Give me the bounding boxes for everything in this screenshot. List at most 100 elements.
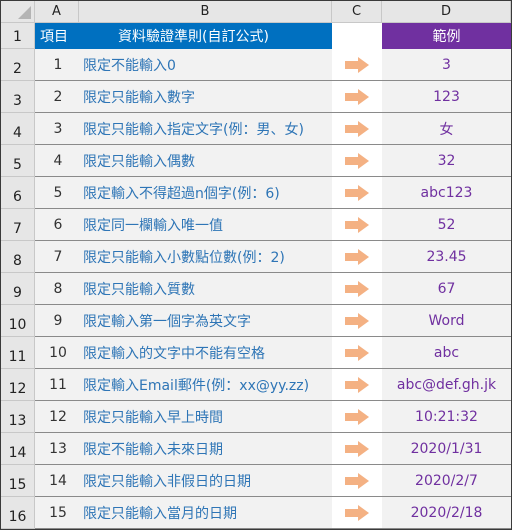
example-cell[interactable]: abc@def.gh.jk — [382, 369, 511, 401]
item-number-cell[interactable]: 3 — [35, 113, 79, 145]
example-cell[interactable]: 女 — [382, 113, 511, 145]
row-header[interactable]: 5 — [1, 145, 35, 177]
item-number-cell[interactable]: 9 — [35, 305, 79, 337]
example-cell[interactable]: 2020/1/31 — [382, 433, 511, 465]
right-arrow-icon — [345, 376, 369, 393]
arrow-cell[interactable] — [332, 497, 382, 529]
right-arrow-icon — [345, 120, 369, 137]
right-arrow-icon — [345, 440, 369, 457]
row-header[interactable]: 3 — [1, 81, 35, 113]
item-number-cell[interactable]: 2 — [35, 81, 79, 113]
rule-cell[interactable]: 限定只能輸入數字 — [79, 81, 332, 113]
arrow-cell[interactable] — [332, 81, 382, 113]
item-number-cell[interactable]: 1 — [35, 49, 79, 81]
example-cell[interactable]: 2020/2/7 — [382, 465, 511, 497]
right-arrow-icon — [345, 280, 369, 297]
row-header[interactable]: 12 — [1, 369, 35, 401]
example-cell[interactable]: 32 — [382, 145, 511, 177]
arrow-cell[interactable] — [332, 49, 382, 81]
arrow-cell[interactable] — [332, 433, 382, 465]
row-header[interactable]: 11 — [1, 337, 35, 369]
example-cell[interactable]: abc — [382, 337, 511, 369]
row-header[interactable]: 10 — [1, 305, 35, 337]
rule-cell[interactable]: 限定只能輸入小數點位數(例：2) — [79, 241, 332, 273]
item-number-cell[interactable]: 15 — [35, 497, 79, 529]
example-cell[interactable]: 52 — [382, 209, 511, 241]
item-number-cell[interactable]: 10 — [35, 337, 79, 369]
column-header-a[interactable]: A — [35, 1, 79, 23]
arrow-cell[interactable] — [332, 209, 382, 241]
item-number-cell[interactable]: 8 — [35, 273, 79, 305]
arrow-cell[interactable] — [332, 305, 382, 337]
arrow-cell[interactable] — [332, 369, 382, 401]
rule-cell[interactable]: 限定不能輸入未來日期 — [79, 433, 332, 465]
example-cell[interactable]: 3 — [382, 49, 511, 81]
row-header[interactable]: 2 — [1, 49, 35, 81]
right-arrow-icon — [345, 344, 369, 361]
rule-cell[interactable]: 限定同一欄輸入唯一值 — [79, 209, 332, 241]
arrow-cell[interactable] — [332, 337, 382, 369]
row-header[interactable]: 4 — [1, 113, 35, 145]
rule-cell[interactable]: 限定只能輸入質數 — [79, 273, 332, 305]
example-cell[interactable]: 123 — [382, 81, 511, 113]
arrow-cell[interactable] — [332, 177, 382, 209]
rule-cell[interactable]: 限定輸入第一個字為英文字 — [79, 305, 332, 337]
arrow-cell[interactable] — [332, 273, 382, 305]
example-cell[interactable]: 67 — [382, 273, 511, 305]
spreadsheet: A B C D 1 項目 資料驗證準則(自訂公式) 範例 2 1 限定不能輸入0… — [0, 0, 512, 530]
rule-cell[interactable]: 限定輸入的文字中不能有空格 — [79, 337, 332, 369]
header-cell-rule[interactable]: 資料驗證準則(自訂公式) — [79, 23, 332, 49]
right-arrow-icon — [345, 216, 369, 233]
example-cell[interactable]: 2020/2/18 — [382, 497, 511, 529]
item-number-cell[interactable]: 12 — [35, 401, 79, 433]
example-cell[interactable]: 23.45 — [382, 241, 511, 273]
right-arrow-icon — [345, 88, 369, 105]
rule-cell[interactable]: 限定輸入Email郵件(例：xx@yy.zz) — [79, 369, 332, 401]
rule-cell[interactable]: 限定只能輸入早上時間 — [79, 401, 332, 433]
rule-cell[interactable]: 限定不能輸入0 — [79, 49, 332, 81]
arrow-cell[interactable] — [332, 241, 382, 273]
right-arrow-icon — [345, 408, 369, 425]
row-header[interactable]: 1 — [1, 23, 35, 49]
arrow-cell[interactable] — [332, 401, 382, 433]
column-header-c[interactable]: C — [332, 1, 382, 23]
item-number-cell[interactable]: 11 — [35, 369, 79, 401]
right-arrow-icon — [345, 152, 369, 169]
rule-cell[interactable]: 限定只能輸入偶數 — [79, 145, 332, 177]
item-number-cell[interactable]: 4 — [35, 145, 79, 177]
example-cell[interactable]: Word — [382, 305, 511, 337]
right-arrow-icon — [345, 184, 369, 201]
item-number-cell[interactable]: 5 — [35, 177, 79, 209]
header-cell-example[interactable]: 範例 — [382, 23, 511, 49]
row-header[interactable]: 13 — [1, 401, 35, 433]
cell-grid: A B C D 1 項目 資料驗證準則(自訂公式) 範例 2 1 限定不能輸入0… — [1, 1, 511, 529]
header-cell-blank[interactable] — [332, 23, 382, 49]
item-number-cell[interactable]: 6 — [35, 209, 79, 241]
example-cell[interactable]: abc123 — [382, 177, 511, 209]
select-all-corner[interactable] — [1, 1, 35, 23]
rule-cell[interactable]: 限定輸入不得超過n個字(例：6) — [79, 177, 332, 209]
row-header[interactable]: 15 — [1, 465, 35, 497]
item-number-cell[interactable]: 14 — [35, 465, 79, 497]
right-arrow-icon — [345, 312, 369, 329]
rule-cell[interactable]: 限定只能輸入非假日的日期 — [79, 465, 332, 497]
rule-cell[interactable]: 限定只能輸入當月的日期 — [79, 497, 332, 529]
arrow-cell[interactable] — [332, 113, 382, 145]
header-cell-item[interactable]: 項目 — [35, 23, 79, 49]
item-number-cell[interactable]: 7 — [35, 241, 79, 273]
column-header-d[interactable]: D — [382, 1, 511, 23]
column-header-b[interactable]: B — [79, 1, 332, 23]
row-header[interactable]: 14 — [1, 433, 35, 465]
row-header[interactable]: 7 — [1, 209, 35, 241]
rule-cell[interactable]: 限定只能輸入指定文字(例：男、女) — [79, 113, 332, 145]
row-header[interactable]: 16 — [1, 497, 35, 529]
item-number-cell[interactable]: 13 — [35, 433, 79, 465]
right-arrow-icon — [345, 56, 369, 73]
row-header[interactable]: 8 — [1, 241, 35, 273]
arrow-cell[interactable] — [332, 465, 382, 497]
row-header[interactable]: 9 — [1, 273, 35, 305]
example-cell[interactable]: 10:21:32 — [382, 401, 511, 433]
right-arrow-icon — [345, 504, 369, 521]
row-header[interactable]: 6 — [1, 177, 35, 209]
arrow-cell[interactable] — [332, 145, 382, 177]
